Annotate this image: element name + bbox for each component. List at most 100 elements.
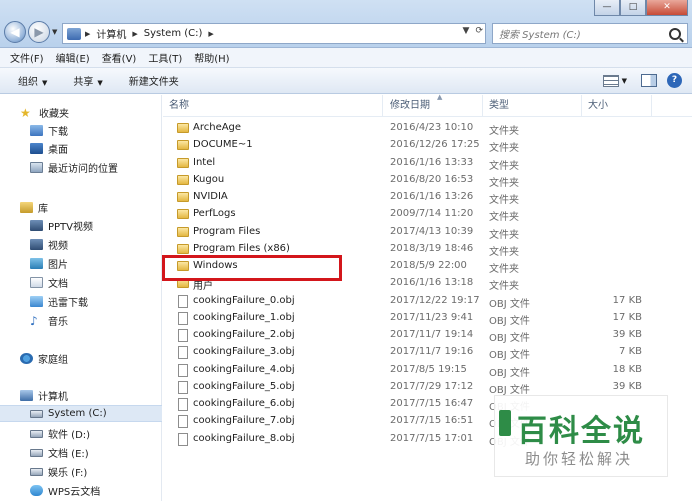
search-icon[interactable] [669, 27, 681, 40]
column-date[interactable]: 修改日期 [384, 95, 483, 117]
preview-pane-icon[interactable] [641, 74, 657, 87]
file-size: 17 KB [612, 294, 642, 306]
file-name: Kugou [193, 173, 225, 185]
file-date: 2017/8/5 19:15 [390, 363, 467, 375]
file-type: OBJ 文件 [489, 333, 530, 344]
sidebar-item-drive-e[interactable]: 文档 (E:) [0, 444, 162, 461]
file-row[interactable]: DOCUME~1 2016/12/26 17:25 文件夹 [163, 137, 692, 154]
forward-button[interactable]: ▶ [28, 21, 50, 43]
file-row[interactable]: cookingFailure_1.obj 2017/11/23 9:41 OBJ 文… [163, 310, 692, 327]
sidebar-item-label: 娱乐 (F:) [48, 468, 88, 479]
sidebar-item-wps-cloud[interactable]: WPS云文档 [0, 482, 162, 499]
sidebar-homegroup[interactable]: 家庭组 [0, 350, 162, 367]
sidebar-computer[interactable]: 计算机 [0, 387, 162, 404]
back-button[interactable]: ◀ [4, 21, 26, 43]
column-name[interactable]: 名称 [163, 95, 383, 117]
menu-help[interactable]: 帮助(H) [194, 50, 229, 65]
column-size[interactable]: 大小 [582, 95, 652, 117]
sidebar-item-desktop[interactable]: 桌面 [0, 140, 162, 157]
search-box[interactable]: 搜索 System (C:) [492, 23, 688, 44]
file-row[interactable]: NVIDIA 2016/1/16 13:26 文件夹 [163, 189, 692, 206]
sidebar-item-drive-d[interactable]: 软件 (D:) [0, 425, 162, 442]
column-type[interactable]: 类型 [483, 95, 582, 117]
file-icon [178, 329, 188, 342]
file-row[interactable]: cookingFailure_3.obj 2017/11/7 19:16 OBJ 文… [163, 344, 692, 361]
library-icon [20, 202, 33, 213]
command-bar: 组织 ▼ 共享 ▼ 新建文件夹 ▼ ? [0, 68, 692, 94]
chevron-down-icon[interactable]: ▼ [463, 26, 470, 36]
menu-tools[interactable]: 工具(T) [148, 50, 182, 65]
documents-icon [30, 277, 43, 288]
homegroup-icon [20, 353, 33, 364]
sidebar-item-label: 计算机 [38, 392, 68, 403]
breadcrumb-system-c[interactable]: System (C:) [144, 28, 203, 39]
menu-view[interactable]: 查看(V) [102, 50, 137, 65]
file-size: 17 KB [612, 311, 642, 323]
sidebar-item-drive-f[interactable]: 娱乐 (F:) [0, 463, 162, 480]
sidebar-item-recent-places[interactable]: 最近访问的位置 [0, 159, 162, 176]
chevron-right-icon[interactable]: ▶ [208, 30, 213, 38]
sidebar-item-label: 软件 (D:) [48, 430, 91, 441]
navigation-pane: ★ 收藏夹 下载 桌面 最近访问的位置 库 PPTV视频 视频 图片 文档 迅雷… [0, 95, 162, 501]
chevron-right-icon[interactable]: ▶ [132, 30, 137, 38]
computer-icon [67, 27, 81, 40]
file-row[interactable]: PerfLogs 2009/7/14 11:20 文件夹 [163, 206, 692, 223]
file-row[interactable]: cookingFailure_2.obj 2017/11/7 19:14 OBJ 文… [163, 327, 692, 344]
recent-pages-dropdown[interactable]: ▼ [52, 28, 57, 36]
sidebar-item-pictures[interactable]: 图片 [0, 255, 162, 272]
file-type: 文件夹 [489, 195, 519, 206]
breadcrumb-computer[interactable]: 计算机 [96, 26, 126, 41]
sidebar-item-downloads[interactable]: 下载 [0, 122, 162, 139]
chevron-right-icon[interactable]: ▶ [85, 30, 90, 38]
folder-icon [177, 243, 189, 254]
sidebar-favorites[interactable]: ★ 收藏夹 [0, 104, 162, 121]
file-name: NVIDIA [193, 191, 228, 202]
close-button[interactable]: ✕ [646, 0, 688, 16]
sidebar-item-documents[interactable]: 文档 [0, 274, 162, 291]
file-type: 文件夹 [489, 177, 519, 189]
title-bar: — □ ✕ ◀ ▶ ▼ ▶ 计算机 ▶ System (C:) ▶ ▼ ⟳ 搜索… [0, 0, 692, 48]
file-row[interactable]: cookingFailure_4.obj 2017/8/5 19:15 OBJ 文件… [163, 362, 692, 379]
navigation-buttons: ◀ ▶ ▼ [4, 21, 57, 43]
view-options-icon[interactable] [602, 74, 619, 87]
chevron-down-icon[interactable]: ▼ [622, 77, 627, 85]
file-date: 2016/1/16 13:18 [390, 277, 474, 289]
folder-icon [177, 123, 189, 133]
file-icon [178, 294, 188, 308]
sidebar-libraries[interactable]: 库 [0, 199, 162, 216]
file-row[interactable]: ArcheAge 2016/4/23 10:10 文件夹 [163, 120, 692, 137]
watermark-logo-icon [499, 410, 511, 436]
minimize-button[interactable]: — [594, 0, 620, 16]
file-row[interactable]: cookingFailure_0.obj 2017/12/22 19:17 OBJ … [163, 293, 692, 310]
search-input[interactable]: 搜索 System (C:) [499, 26, 669, 41]
sidebar-item-system-c[interactable]: System (C:) [0, 405, 162, 422]
file-row[interactable]: Program Files 2017/4/13 10:39 文件夹 [163, 224, 692, 241]
desktop-icon [30, 143, 43, 154]
file-row[interactable]: Intel 2016/1/16 13:33 文件夹 [163, 155, 692, 172]
organize-button[interactable]: 组织 ▼ [18, 73, 47, 88]
file-type: 文件夹 [489, 143, 519, 155]
menu-file[interactable]: 文件(F) [10, 50, 44, 65]
sidebar-item-label: System (C:) [48, 408, 107, 419]
help-icon[interactable]: ? [667, 73, 682, 88]
file-name: cookingFailure_3.obj [193, 346, 295, 358]
share-button[interactable]: 共享 ▼ [73, 73, 102, 88]
file-date: 2017/11/7 19:14 [390, 329, 474, 340]
menu-edit[interactable]: 编辑(E) [56, 50, 90, 65]
sidebar-item-videos[interactable]: 视频 [0, 236, 162, 253]
sidebar-item-pptv-video[interactable]: PPTV视频 [0, 217, 162, 234]
file-row[interactable]: Kugou 2016/8/20 16:53 文件夹 [163, 172, 692, 189]
file-date: 2017/7/15 17:01 [390, 432, 474, 444]
sidebar-item-music[interactable]: ♪ 音乐 [0, 312, 162, 329]
sidebar-item-label: 文档 [48, 279, 68, 290]
file-row[interactable]: cookingFailure_5.obj 2017/7/29 17:12 OBJ 文… [163, 379, 692, 396]
refresh-icon[interactable]: ⟳ [475, 26, 483, 36]
maximize-button[interactable]: □ [620, 0, 646, 16]
folder-icon [177, 226, 189, 237]
address-bar[interactable]: ▶ 计算机 ▶ System (C:) ▶ ▼ ⟳ [62, 23, 486, 44]
file-type: OBJ 文件 [489, 315, 530, 327]
drive-icon [30, 409, 43, 418]
sidebar-item-label: 文档 (E:) [48, 449, 89, 460]
sidebar-item-thunder-downloads[interactable]: 迅雷下载 [0, 293, 162, 310]
new-folder-button[interactable]: 新建文件夹 [129, 73, 179, 88]
